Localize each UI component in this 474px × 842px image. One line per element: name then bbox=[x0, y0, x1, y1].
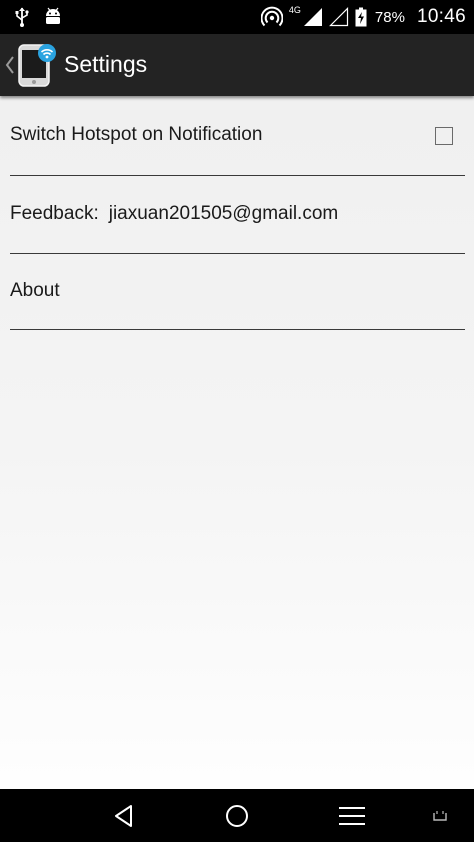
pref-feedback[interactable]: Feedback: jiaxuan201505@gmail.com bbox=[10, 175, 465, 254]
status-bar-system: 4G 78% 10:46 bbox=[260, 0, 466, 34]
settings-list: Switch Hotspot on Notification Feedback:… bbox=[0, 96, 474, 789]
app-logo-icon[interactable] bbox=[17, 42, 57, 88]
pref-hotspot-notification-label: Switch Hotspot on Notification bbox=[10, 124, 263, 145]
status-bar-notifications bbox=[14, 5, 62, 29]
battery-charging-icon bbox=[355, 7, 367, 27]
keyboard-icon bbox=[433, 810, 447, 821]
usb-icon bbox=[14, 7, 30, 27]
status-bar: 4G 78% 10:46 bbox=[0, 0, 474, 34]
signal-strength-icon bbox=[303, 7, 323, 27]
clock: 10:46 bbox=[416, 6, 466, 27]
network-type-label: 4G bbox=[288, 5, 301, 15]
feedback-email-link[interactable]: jiaxuan201505@gmail.com bbox=[109, 203, 338, 224]
home-circle-icon bbox=[226, 804, 248, 827]
android-debug-icon bbox=[44, 7, 62, 27]
home-button[interactable] bbox=[217, 789, 257, 842]
battery-percent: 78% bbox=[374, 8, 405, 26]
menu-button[interactable] bbox=[332, 789, 372, 842]
no-signal-icon bbox=[328, 7, 349, 27]
pref-about-label: About bbox=[10, 280, 60, 301]
pref-hotspot-notification[interactable]: Switch Hotspot on Notification bbox=[10, 96, 465, 176]
keyboard-toggle-button[interactable] bbox=[428, 789, 452, 842]
hotspot-icon bbox=[260, 6, 283, 28]
back-triangle-icon bbox=[115, 804, 132, 827]
feedback-label: Feedback: bbox=[10, 203, 99, 224]
back-button[interactable] bbox=[104, 789, 144, 842]
pref-feedback-text: Feedback: jiaxuan201505@gmail.com bbox=[10, 203, 338, 225]
pref-about[interactable]: About bbox=[10, 253, 465, 330]
action-bar: Settings bbox=[0, 34, 474, 96]
back-chevron-icon[interactable] bbox=[3, 54, 17, 76]
menu-lines-icon bbox=[339, 806, 365, 825]
page-title: Settings bbox=[64, 51, 148, 77]
hotspot-notification-checkbox[interactable] bbox=[435, 127, 453, 145]
navigation-bar bbox=[0, 789, 474, 842]
